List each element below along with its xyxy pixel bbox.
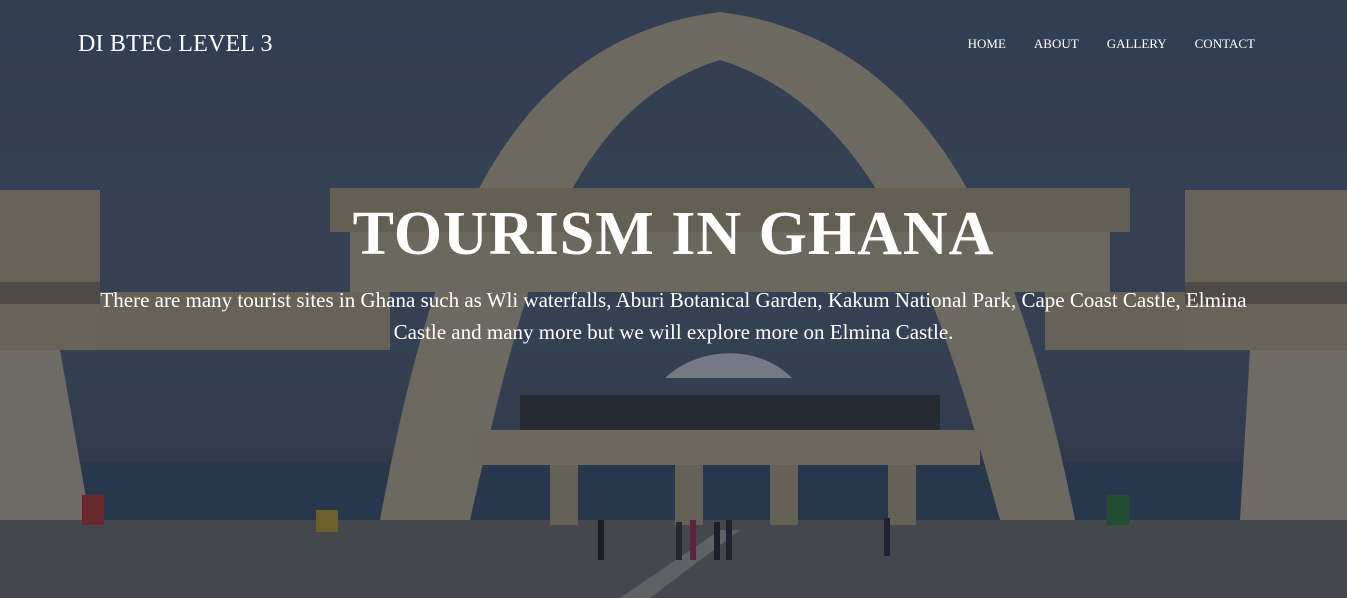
- hero-description: There are many tourist sites in Ghana su…: [100, 288, 1247, 344]
- navbar: DI BTEC LEVEL 3 HOME ABOUT GALLERY CONTA…: [0, 0, 1347, 90]
- hero-title: TOURISM IN GHANA: [352, 200, 995, 268]
- nav-home-link[interactable]: HOME: [968, 36, 1006, 52]
- nav-links: HOME ABOUT GALLERY CONTACT: [968, 36, 1255, 52]
- nav-contact-link[interactable]: CONTACT: [1195, 36, 1255, 52]
- hero-content: TOURISM IN GHANA There are many tourist …: [0, 196, 1347, 348]
- site-brand-link[interactable]: DI BTEC LEVEL 3: [78, 29, 273, 59]
- nav-about-link[interactable]: ABOUT: [1034, 36, 1079, 52]
- nav-gallery-link[interactable]: GALLERY: [1107, 36, 1167, 52]
- hero-section: DI BTEC LEVEL 3 HOME ABOUT GALLERY CONTA…: [0, 0, 1347, 598]
